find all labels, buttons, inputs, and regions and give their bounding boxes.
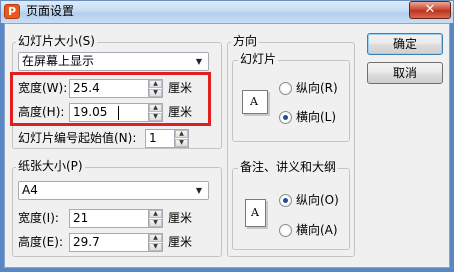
slides-landscape-radio[interactable] <box>279 111 292 124</box>
paper-size-legend: 纸张大小(P) <box>16 159 85 173</box>
chevron-down-icon: ▼ <box>195 57 203 66</box>
start-number-spinner[interactable]: ▲ ▼ <box>174 129 189 148</box>
paper-height-label: 高度(E): <box>18 235 63 249</box>
spin-up-icon[interactable]: ▲ <box>149 80 162 88</box>
spin-down-icon[interactable]: ▼ <box>149 219 162 227</box>
paper-size-selected: A4 <box>22 183 38 197</box>
paper-width-input[interactable]: 21 <box>69 209 149 228</box>
slide-width-spinner[interactable]: ▲ ▼ <box>148 79 163 98</box>
spin-up-icon[interactable]: ▲ <box>175 130 188 138</box>
spin-down-icon[interactable]: ▼ <box>149 243 162 251</box>
chevron-down-icon: ▼ <box>195 186 203 195</box>
paper-height-unit: 厘米 <box>168 235 193 249</box>
paper-height-input[interactable]: 29.7 <box>69 233 149 252</box>
landscape-page-icon: A <box>242 90 268 114</box>
slide-height-label: 高度(H): <box>18 105 65 119</box>
start-number-value: 1 <box>149 131 157 145</box>
spin-down-icon[interactable]: ▼ <box>149 89 162 97</box>
slide-height-unit: 厘米 <box>168 105 193 119</box>
spin-down-icon[interactable]: ▼ <box>149 113 162 121</box>
start-number-input[interactable]: 1 <box>145 129 175 148</box>
slide-size-selected: 在屏幕上显示 <box>22 54 95 68</box>
close-icon: ✕ <box>424 2 436 17</box>
paper-width-label: 宽度(I): <box>18 211 59 225</box>
start-number-label: 幻灯片编号起始值(N): <box>18 131 137 145</box>
spin-up-icon[interactable]: ▲ <box>149 234 162 242</box>
slide-height-value: 19.05 <box>73 105 108 119</box>
paper-height-spinner[interactable]: ▲ ▼ <box>148 233 163 252</box>
paper-height-value: 29.7 <box>73 235 100 249</box>
text-caret <box>118 106 119 120</box>
notes-portrait-radio[interactable] <box>279 194 292 207</box>
presentation-app-icon: P <box>4 4 20 19</box>
slide-width-value: 25.4 <box>73 81 100 95</box>
paper-width-spinner[interactable]: ▲ ▼ <box>148 209 163 228</box>
notes-portrait-label[interactable]: 纵向(O) <box>296 192 339 208</box>
paper-width-value: 21 <box>73 211 89 225</box>
notes-landscape-radio[interactable] <box>279 224 292 237</box>
notes-landscape-label[interactable]: 横向(A) <box>296 222 338 238</box>
cancel-button[interactable]: 取消 <box>367 62 443 84</box>
slides-portrait-label[interactable]: 纵向(R) <box>296 80 338 96</box>
notes-orientation-legend: 备注、讲义和大纲 <box>238 160 339 174</box>
slide-size-legend: 幻灯片大小(S) <box>16 34 97 48</box>
ok-button[interactable]: 确定 <box>367 33 443 55</box>
spin-up-icon[interactable]: ▲ <box>149 210 162 218</box>
paper-size-dropdown[interactable]: A4 ▼ <box>18 181 209 200</box>
slides-orientation-legend: 幻灯片 <box>238 52 279 66</box>
slide-height-input[interactable]: 19.05 <box>69 103 149 122</box>
slides-landscape-label[interactable]: 横向(L) <box>296 109 336 125</box>
spin-up-icon[interactable]: ▲ <box>149 104 162 112</box>
slide-size-dropdown[interactable]: 在屏幕上显示 ▼ <box>18 52 209 71</box>
window-title: 页面设置 <box>26 4 75 18</box>
spin-down-icon[interactable]: ▼ <box>175 139 188 147</box>
slide-width-input[interactable]: 25.4 <box>69 79 149 98</box>
slides-portrait-radio[interactable] <box>279 82 292 95</box>
close-button[interactable]: ✕ <box>409 1 451 19</box>
slide-width-unit: 厘米 <box>168 81 193 95</box>
orientation-legend: 方向 <box>231 34 260 48</box>
portrait-page-icon: A <box>245 199 266 227</box>
slide-width-label: 宽度(W): <box>18 81 68 95</box>
paper-width-unit: 厘米 <box>168 211 193 225</box>
slide-height-spinner[interactable]: ▲ ▼ <box>148 103 163 122</box>
